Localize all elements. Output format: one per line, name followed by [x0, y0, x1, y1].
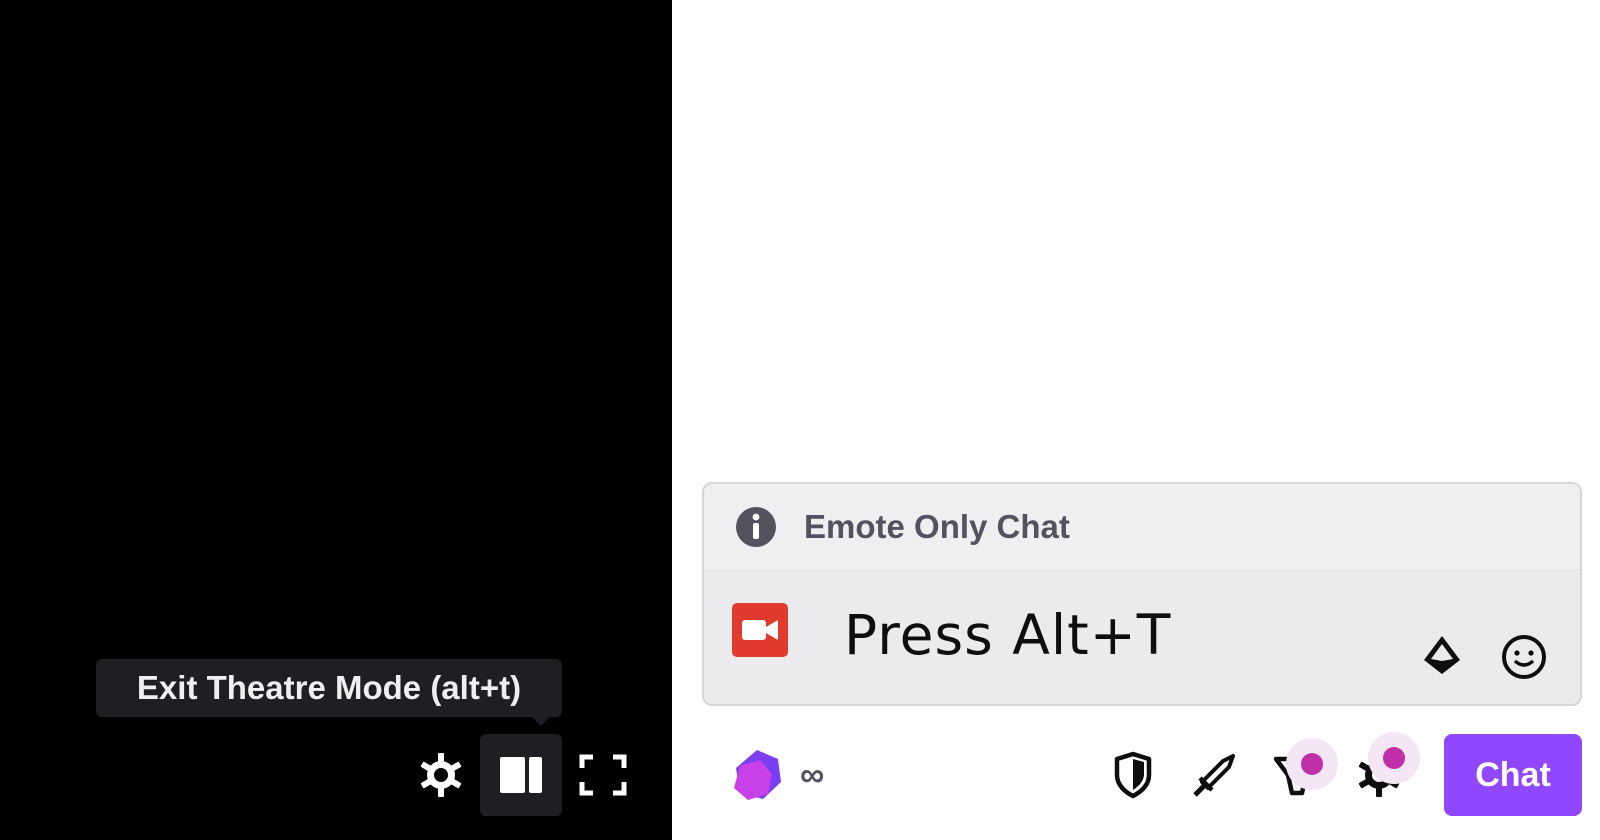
chat-input-text: Press Alt+T	[844, 603, 1172, 667]
theatre-mode-button[interactable]	[480, 734, 562, 816]
chat-settings-button[interactable]	[1338, 732, 1420, 816]
emote-only-notice: Emote Only Chat	[704, 484, 1580, 571]
fullscreen-icon	[579, 754, 627, 796]
chat-input[interactable]: Press Alt+T	[704, 571, 1580, 704]
channel-points-icon	[734, 750, 781, 800]
theatre-mode-icon	[500, 757, 542, 793]
gear-icon	[420, 753, 462, 797]
sword-icon	[1193, 754, 1235, 797]
player-settings-button[interactable]	[400, 734, 482, 816]
channel-points[interactable]: ∞	[730, 748, 824, 802]
bits-button[interactable]	[1420, 633, 1464, 682]
chat-input-container: Emote Only Chat Press Alt+T	[702, 482, 1582, 706]
theatre-mode-tooltip: Exit Theatre Mode (alt+t)	[96, 659, 562, 717]
chat-toolbar: ∞ Chat	[702, 732, 1582, 816]
channel-points-value: ∞	[800, 755, 825, 794]
camera-icon	[732, 603, 788, 657]
chat-panel	[672, 0, 1600, 840]
notification-dot	[1301, 753, 1323, 775]
tooltip-arrow	[531, 716, 551, 726]
emote-picker-button[interactable]	[1500, 633, 1548, 686]
predictions-button[interactable]	[1256, 734, 1338, 816]
info-icon	[736, 507, 776, 547]
shield-icon	[1114, 751, 1152, 799]
video-player[interactable]: Exit Theatre Mode (alt+t)	[0, 0, 672, 840]
fullscreen-button[interactable]	[562, 734, 644, 816]
mod-shield-button[interactable]	[1092, 734, 1174, 816]
mod-actions-button[interactable]	[1174, 734, 1256, 816]
bits-icon	[1424, 636, 1460, 674]
notification-dot	[1383, 747, 1405, 769]
chat-send-button[interactable]: Chat	[1444, 734, 1582, 816]
emote-icon	[1502, 635, 1546, 679]
notice-text: Emote Only Chat	[804, 508, 1070, 545]
